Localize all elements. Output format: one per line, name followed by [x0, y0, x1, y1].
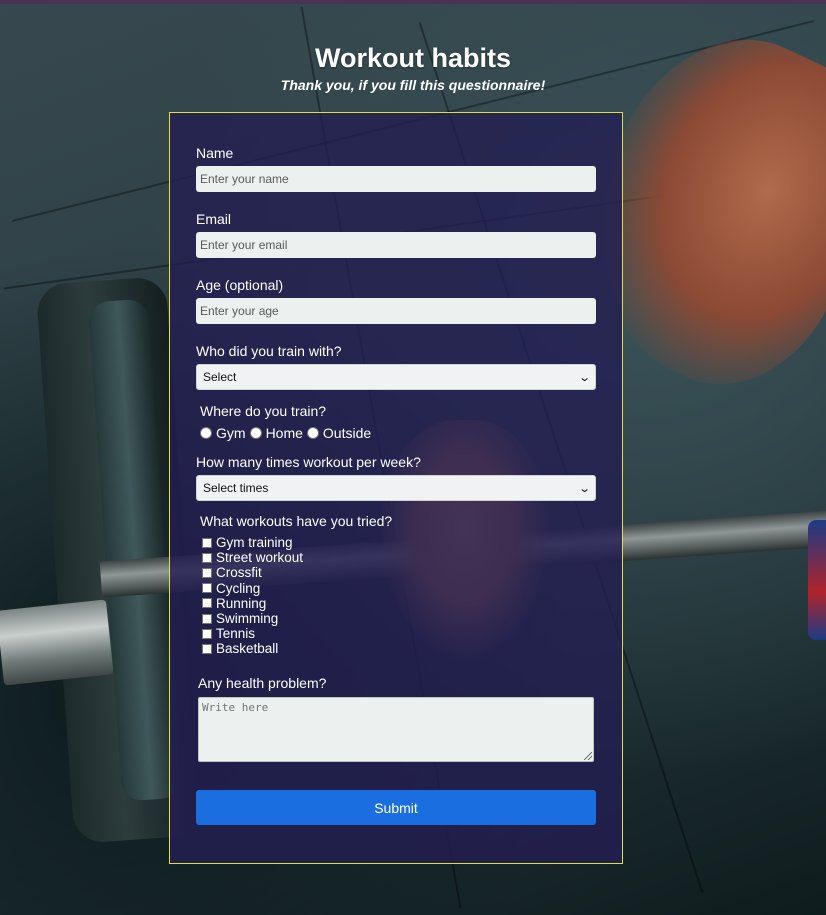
top-accent-bar: [0, 0, 826, 4]
list-item: Tennis: [202, 626, 303, 641]
chevron-down-icon: ⌄: [577, 482, 591, 495]
checkbox-running[interactable]: [202, 598, 212, 609]
health-label: Any health problem?: [198, 675, 327, 691]
name-label: Name: [196, 145, 234, 161]
submit-button[interactable]: Submit: [196, 790, 596, 825]
list-item: Crossfit: [202, 565, 303, 580]
list-item: Street workout: [202, 550, 303, 565]
email-label: Email: [196, 211, 232, 227]
checkbox-label: Basketball: [216, 641, 279, 657]
radio-outside-label: Outside: [322, 425, 372, 441]
radio-outside[interactable]: [306, 427, 319, 439]
checkbox-street-workout[interactable]: [202, 552, 212, 563]
list-item: Cycling: [202, 581, 303, 596]
page-title: Workout habits: [314, 43, 511, 73]
where-radio-group: Gym Home Outside: [200, 425, 375, 441]
train-with-select[interactable]: Select ⌄: [196, 364, 596, 390]
times-select[interactable]: Select times ⌄: [196, 475, 596, 501]
page-header: Workout habits Thank you, if you fill th…: [0, 41, 826, 94]
checkbox-cycling[interactable]: [202, 583, 212, 594]
checkbox-tennis[interactable]: [202, 628, 212, 639]
train-with-label: Who did you train with?: [196, 343, 342, 359]
age-label: Age (optional): [196, 277, 284, 293]
checkbox-crossfit[interactable]: [202, 567, 212, 578]
health-textarea[interactable]: [198, 697, 594, 762]
where-label: Where do you train?: [200, 403, 327, 419]
email-input[interactable]: [196, 232, 596, 258]
checkbox-label: Cycling: [216, 580, 261, 596]
checkbox-gym-training[interactable]: [202, 537, 212, 548]
radio-home-label: Home: [265, 425, 303, 441]
age-input[interactable]: [196, 298, 596, 324]
checkbox-label: Crossfit: [216, 565, 262, 581]
train-with-selected-value: Select: [203, 370, 237, 384]
radio-gym-label: Gym: [216, 425, 246, 441]
checkbox-basketball[interactable]: [202, 643, 212, 654]
survey-form: Name Email Age (optional) Who did you tr…: [169, 112, 623, 864]
checkbox-label: Gym training: [216, 535, 293, 551]
checkbox-label: Tennis: [216, 626, 256, 642]
workouts-label: What workouts have you tried?: [200, 513, 393, 529]
resize-handle-icon[interactable]: [584, 752, 592, 760]
chevron-down-icon: ⌄: [577, 371, 591, 384]
list-item: Running: [202, 596, 303, 611]
checkbox-label: Street workout: [216, 550, 304, 566]
name-input[interactable]: [196, 166, 596, 192]
radio-gym[interactable]: [200, 427, 212, 439]
page-subtitle: Thank you, if you fill this questionnair…: [280, 77, 546, 93]
checkbox-label: Running: [216, 595, 267, 611]
radio-home[interactable]: [249, 427, 262, 439]
times-label: How many times workout per week?: [196, 454, 421, 470]
list-item: Swimming: [202, 611, 303, 626]
list-item: Gym training: [202, 535, 303, 550]
checkbox-swimming[interactable]: [202, 613, 212, 624]
checkbox-label: Swimming: [216, 611, 279, 627]
list-item: Basketball: [202, 641, 303, 656]
workouts-checkbox-list: Gym training Street workout Crossfit Cyc…: [202, 535, 303, 657]
times-selected-value: Select times: [203, 481, 269, 495]
